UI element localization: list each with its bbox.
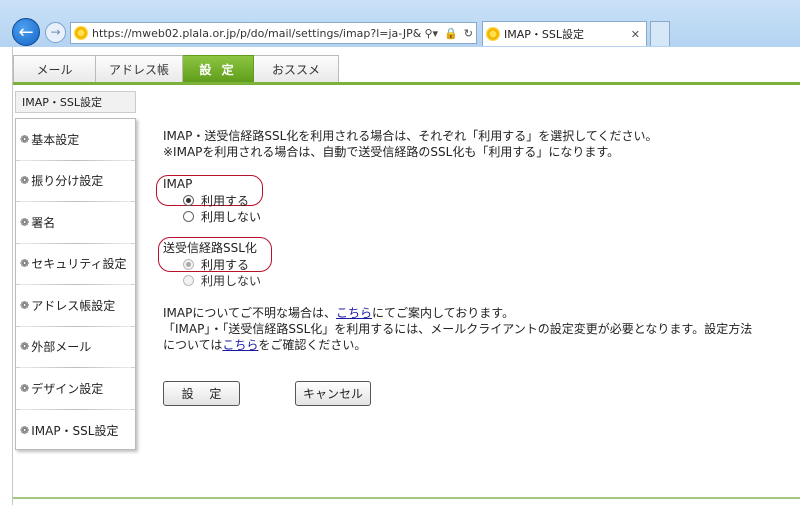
sidebar-item-external-mail[interactable]: ❁ 外部メール: [16, 327, 135, 368]
gear-icon: ❁: [20, 257, 30, 271]
ssl-use-option[interactable]: 利用する: [183, 256, 261, 272]
intro-text: IMAP・送受信経路SSL化を利用される場合は、それぞれ「利用する」を選択してく…: [163, 128, 783, 160]
tab-settings[interactable]: 設 定: [183, 55, 254, 83]
imap-not-use-option[interactable]: 利用しない: [183, 208, 261, 224]
note-text: にてご案内しております。: [372, 306, 515, 320]
info-note: IMAPについてご不明な場合は、こちらにてご案内しております。 「IMAP」・「…: [163, 305, 788, 353]
back-button[interactable]: ←: [12, 18, 40, 46]
sidebar-item-imap-ssl[interactable]: ❁ IMAP・SSL設定: [16, 410, 135, 452]
arrow-left-icon: ←: [18, 22, 34, 43]
browser-tab[interactable]: IMAP・SSL設定 ✕: [482, 21, 647, 46]
sidebar-item-filter[interactable]: ❁ 振り分け設定: [16, 161, 135, 202]
footer-divider: [13, 497, 800, 499]
note-text: については: [163, 338, 223, 352]
gear-icon: ❁: [20, 381, 30, 395]
client-setup-link[interactable]: こちら: [222, 338, 258, 352]
tab-mail[interactable]: メール: [13, 55, 96, 83]
sidebar-item-security[interactable]: ❁ セキュリティ設定: [16, 244, 135, 285]
forward-button[interactable]: →: [45, 22, 66, 43]
imap-use-option[interactable]: 利用する: [183, 192, 261, 208]
sidebar-item-basic[interactable]: ❁ 基本設定: [16, 119, 135, 161]
settings-sidebar: ❁ 基本設定 ❁ 振り分け設定 ❁ 署名 ❁ セキュリティ設定 ❁ アドレス帳設定 ❁ 外部…: [15, 118, 136, 450]
note-text: IMAPについてご不明な場合は、: [163, 306, 336, 320]
main-nav: メール アドレス帳 設 定 おススメ: [13, 55, 339, 83]
intro-line: ※IMAPを利用される場合は、自動で送受信経路のSSL化も「利用する」になります…: [163, 145, 620, 159]
ssl-not-use-radio[interactable]: [183, 274, 194, 286]
sidebar-item-label: 基本設定: [31, 132, 80, 147]
imap-use-radio[interactable]: [183, 194, 194, 206]
sidebar-item-signature[interactable]: ❁ 署名: [16, 202, 135, 244]
note-line: IMAPについてご不明な場合は、こちらにてご案内しております。: [163, 305, 788, 321]
search-icon[interactable]: ⚲▾: [425, 27, 439, 40]
breadcrumb: IMAP・SSL設定: [15, 91, 136, 113]
ssl-label: 送受信経路SSL化: [163, 241, 257, 255]
imap-label: IMAP: [163, 177, 193, 191]
sidebar-item-label: デザイン設定: [31, 381, 104, 396]
close-tab-icon[interactable]: ✕: [631, 28, 640, 41]
tab-title: IMAP・SSL設定: [504, 28, 584, 41]
sidebar-item-label: セキュリティ設定: [31, 257, 127, 272]
imap-use-label: 利用する: [201, 193, 250, 208]
imap-help-link[interactable]: こちら: [336, 306, 372, 320]
lock-icon[interactable]: 🔒: [444, 27, 458, 40]
page-border: [12, 47, 13, 505]
sidebar-item-design[interactable]: ❁ デザイン設定: [16, 368, 135, 410]
note-text: をご確認ください。: [258, 338, 367, 352]
sidebar-item-address-book[interactable]: ❁ アドレス帳設定: [16, 285, 135, 327]
intro-line: IMAP・送受信経路SSL化を利用される場合は、それぞれ「利用する」を選択してく…: [163, 129, 658, 143]
save-button[interactable]: 設 定: [163, 381, 240, 406]
arrow-right-icon: →: [50, 25, 61, 39]
sidebar-item-label: アドレス帳設定: [31, 298, 116, 313]
cancel-button[interactable]: キャンセル: [295, 381, 371, 406]
sidebar-item-label: 振り分け設定: [31, 174, 104, 189]
imap-option-group: IMAP 利用する 利用しない: [163, 176, 261, 224]
gear-icon: ❁: [20, 298, 30, 312]
imap-not-use-radio[interactable]: [183, 210, 194, 222]
tab-favicon-icon: [486, 27, 500, 41]
gear-icon: ❁: [20, 132, 30, 146]
ssl-not-use-label: 利用しない: [201, 273, 262, 288]
sidebar-item-label: 署名: [31, 215, 56, 230]
note-line: 「IMAP」・「送受信経路SSL化」を利用するには、メールクライアントの設定変更…: [163, 322, 753, 336]
address-bar[interactable]: https://mweb02.plala.or.jp/p/do/mail/set…: [70, 22, 477, 44]
new-tab-button[interactable]: [650, 21, 670, 46]
url-text[interactable]: https://mweb02.plala.or.jp/p/do/mail/set…: [92, 27, 422, 40]
ssl-use-radio[interactable]: [183, 258, 194, 270]
ssl-option-group: 送受信経路SSL化 利用する 利用しない: [163, 240, 261, 288]
nav-divider: [13, 82, 800, 85]
tab-address-book[interactable]: アドレス帳: [96, 55, 183, 83]
ssl-not-use-option[interactable]: 利用しない: [183, 272, 261, 288]
gear-icon: ❁: [20, 340, 30, 354]
sidebar-item-label: IMAP・SSL設定: [31, 423, 119, 438]
sidebar-item-label: 外部メール: [31, 340, 92, 355]
gear-icon: ❁: [20, 174, 30, 188]
note-line: についてはこちらをご確認ください。: [163, 337, 788, 353]
imap-not-use-label: 利用しない: [201, 209, 262, 224]
site-favicon-icon: [74, 26, 88, 40]
gear-icon: ❁: [20, 215, 30, 229]
gear-icon: ❁: [20, 423, 30, 437]
refresh-icon[interactable]: ↻: [464, 27, 473, 40]
ssl-use-label: 利用する: [201, 257, 250, 272]
browser-chrome: ← → https://mweb02.plala.or.jp/p/do/mail…: [0, 0, 800, 47]
tab-recommend[interactable]: おススメ: [254, 55, 339, 83]
